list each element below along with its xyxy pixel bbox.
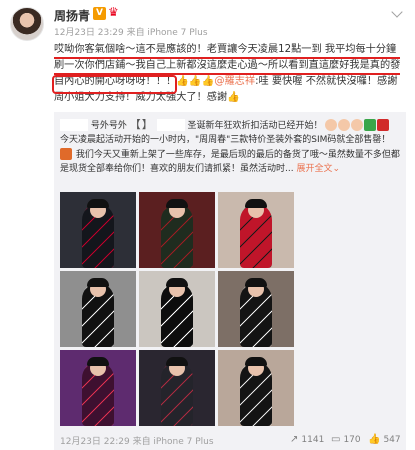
like-button[interactable]: 👍 547 (368, 434, 401, 445)
surprise-emoji-icon (60, 148, 72, 161)
highlight-underline (54, 57, 400, 59)
redacted-mask (60, 119, 88, 132)
face-emoji-icon (351, 118, 364, 131)
photo-thumbnail[interactable] (139, 192, 215, 268)
comment-count: 170 (343, 435, 361, 445)
repost-text: 号外号外 【】 圣诞新年狂欢折扣活动已经开始！ 今天凌晨起活动开始的一小时内，"… (60, 118, 402, 177)
repost-text-a: 号外号外 (90, 120, 127, 131)
chevron-down-icon[interactable] (391, 6, 403, 18)
expand-full-text-link[interactable]: 展开全文⌄ (296, 164, 340, 174)
comment-icon: ▭ (331, 434, 341, 445)
photo-thumbnail[interactable] (60, 271, 136, 347)
share-icon: ↗ (290, 434, 299, 445)
redacted-mask (156, 119, 185, 132)
mention-link[interactable]: @羅志祥 (214, 76, 255, 87)
avatar[interactable] (10, 7, 44, 41)
share-count: 1141 (301, 435, 325, 445)
photo-thumbnail[interactable] (60, 350, 136, 426)
share-button[interactable]: ↗ 1141 (290, 434, 324, 445)
face-emoji-icon (325, 118, 338, 131)
repost-text-d: 我们今天又重新上架了一些库存，是最后现的最后的备货了哦～虽然数量不多但都是现货全… (60, 149, 400, 175)
photo-thumbnail[interactable] (218, 271, 294, 347)
comment-button[interactable]: ▭ 170 (331, 434, 361, 445)
verified-badge-icon: V (93, 7, 106, 20)
photo-thumbnail[interactable] (139, 271, 215, 347)
gift-emoji-icon (377, 118, 390, 131)
weibo-post: 周扬青 V ♛ 12月23日 23:29 来自 iPhone 7 Plus 哎呦… (0, 0, 415, 450)
post-meta: 12月23日 23:29 来自 iPhone 7 Plus (54, 28, 208, 38)
repost-text-c: 今天凌晨起活动开始的一小时内，"周周春"三款特价圣装外套的SIM码就全部售罄！ (60, 135, 391, 146)
photo-thumbnail[interactable] (60, 192, 136, 268)
photo-thumbnail[interactable] (218, 350, 294, 426)
user-name[interactable]: 周扬青 (54, 7, 90, 24)
thumbs-up-emoji: 👍 (227, 92, 240, 103)
like-icon: 👍 (368, 434, 381, 445)
emoji-row (325, 118, 390, 133)
reposted-weibo[interactable]: 号外号外 【】 圣诞新年狂欢折扣活动已经开始！ 今天凌晨起活动开始的一小时内，"… (54, 112, 406, 450)
photo-thumbnail[interactable] (218, 192, 294, 268)
face-emoji-icon (338, 118, 351, 131)
repost-meta: 12月23日 22:29 来自 iPhone 7 Plus (60, 437, 214, 447)
like-count: 547 (383, 435, 401, 445)
bracket-icon: 【】 (129, 118, 154, 131)
gift-emoji-icon (364, 118, 377, 131)
thumbs-up-emoji-row: 👍👍👍 (176, 76, 215, 87)
highlight-box (52, 75, 177, 94)
repost-text-b: 圣诞新年狂欢折扣活动已经开始！ (187, 120, 323, 131)
photo-thumbnail[interactable] (139, 350, 215, 426)
crown-badge-icon: ♛ (108, 5, 119, 19)
